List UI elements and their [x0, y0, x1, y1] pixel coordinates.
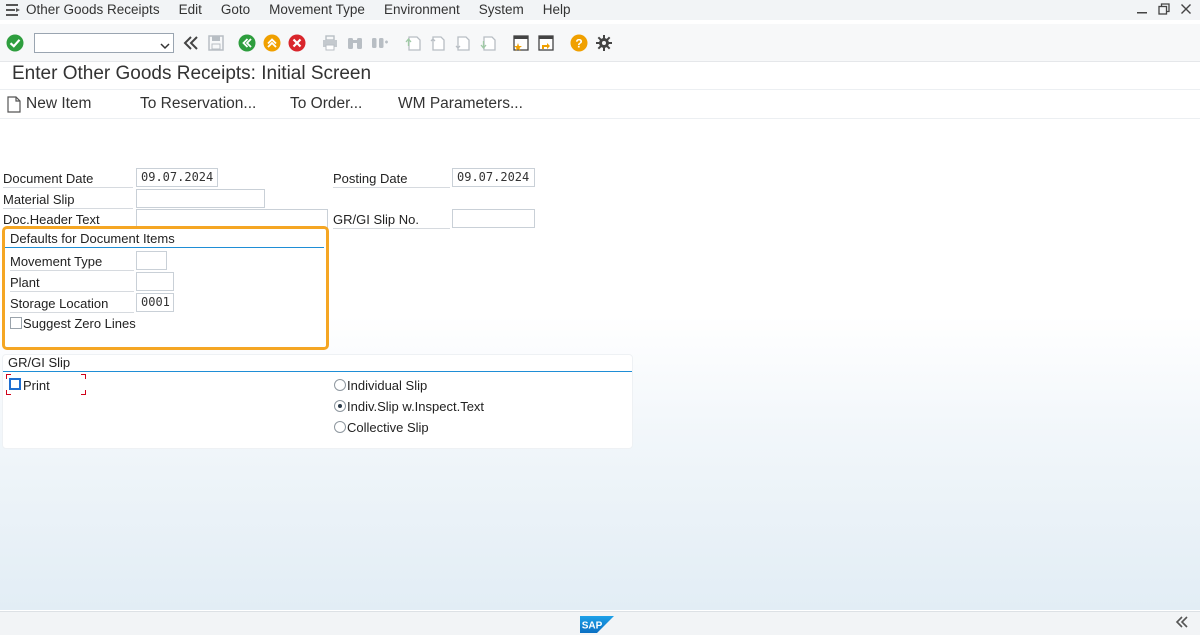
sap-logo-text: SAP — [582, 621, 603, 632]
menu-system[interactable]: System — [479, 0, 524, 20]
individual-slip-label: Individual Slip — [347, 378, 428, 393]
to-reservation-label: To Reservation... — [140, 95, 257, 112]
gear-icon[interactable] — [593, 32, 615, 54]
cancel-icon[interactable] — [286, 32, 308, 54]
plant-field[interactable] — [136, 272, 174, 291]
command-field[interactable] — [34, 32, 174, 53]
back-icon[interactable] — [236, 32, 258, 54]
indiv-slip-inspect-text-label: Indiv.Slip w.Inspect.Text — [347, 399, 485, 414]
storage-location-label: Storage Location — [10, 295, 134, 313]
material-slip-field[interactable] — [136, 189, 265, 208]
find-next-icon[interactable] — [369, 32, 391, 54]
double-chevron-left-icon[interactable] — [180, 32, 202, 54]
grgi-slip-group-title: GR/GI Slip — [8, 355, 71, 370]
doc-header-text-field[interactable] — [136, 209, 328, 228]
menu-icon[interactable] — [4, 0, 22, 20]
focus-corner-bl — [6, 390, 11, 395]
menu-goto[interactable]: Goto — [221, 0, 250, 20]
enter-check-icon[interactable] — [4, 32, 26, 54]
previous-page-icon[interactable] — [427, 32, 449, 54]
close-icon[interactable] — [1180, 2, 1192, 18]
sap-logo: SAP — [580, 616, 614, 633]
grgi-slip-group — [2, 354, 633, 449]
menu-environment[interactable]: Environment — [384, 0, 460, 20]
help-icon[interactable]: ? — [568, 32, 590, 54]
print-label: Print — [23, 378, 50, 393]
chevron-down-icon[interactable] — [160, 38, 170, 53]
movement-type-field[interactable] — [136, 251, 167, 270]
create-session-icon[interactable] — [510, 32, 532, 54]
new-item-button[interactable]: New Item — [7, 95, 91, 113]
defaults-group-divider — [5, 247, 324, 248]
to-reservation-button[interactable]: To Reservation... — [140, 95, 256, 113]
double-chevron-left-icon[interactable] — [1174, 615, 1190, 634]
to-order-button[interactable]: To Order... — [290, 95, 362, 113]
window-controls — [1136, 0, 1192, 20]
menu-help[interactable]: Help — [543, 0, 571, 20]
menu-movement-type[interactable]: Movement Type — [269, 0, 365, 20]
menu-edit[interactable]: Edit — [179, 0, 202, 20]
find-icon[interactable] — [344, 32, 366, 54]
grgi-slip-no-field[interactable] — [452, 209, 535, 228]
plant-label: Plant — [10, 274, 134, 292]
shortcut-icon[interactable] — [535, 32, 557, 54]
suggest-zero-lines-label: Suggest Zero Lines — [23, 316, 136, 331]
new-document-icon — [7, 95, 21, 113]
material-slip-label: Material Slip — [3, 191, 133, 209]
page-title: Enter Other Goods Receipts: Initial Scre… — [12, 63, 372, 84]
svg-text:?: ? — [575, 36, 582, 50]
application-toolbar: New Item To Reservation... To Order... W… — [0, 89, 1200, 119]
doc-header-text-label: Doc.Header Text — [3, 211, 133, 229]
menu-bar: Other Goods Receipts Edit Goto Movement … — [0, 0, 1200, 20]
posting-date-label: Posting Date — [333, 170, 450, 188]
focus-corner-tr — [81, 374, 86, 379]
minimize-icon[interactable] — [1136, 2, 1148, 18]
print-checkbox[interactable] — [9, 378, 21, 390]
individual-slip-radio[interactable] — [334, 379, 346, 391]
last-page-icon[interactable] — [477, 32, 499, 54]
first-page-icon[interactable] — [402, 32, 424, 54]
grgi-slip-group-divider — [3, 371, 632, 372]
to-order-label: To Order... — [290, 95, 363, 112]
menu-other-goods-receipts[interactable]: Other Goods Receipts — [26, 0, 160, 20]
posting-date-field[interactable]: 09.07.2024 — [452, 168, 535, 187]
collective-slip-radio[interactable] — [334, 421, 346, 433]
indiv-slip-inspect-text-radio[interactable] — [334, 400, 346, 412]
defaults-group-title: Defaults for Document Items — [10, 231, 175, 246]
storage-location-field[interactable]: 0001 — [136, 293, 174, 312]
focus-corner-br — [81, 390, 86, 395]
document-date-label: Document Date — [3, 170, 133, 188]
restore-icon[interactable] — [1158, 2, 1170, 18]
movement-type-label: Movement Type — [10, 253, 134, 271]
exit-icon[interactable] — [261, 32, 283, 54]
wm-parameters-label: WM Parameters... — [398, 95, 523, 112]
grgi-slip-no-label: GR/GI Slip No. — [333, 211, 450, 229]
new-item-label: New Item — [26, 95, 92, 112]
next-page-icon[interactable] — [452, 32, 474, 54]
suggest-zero-lines-checkbox[interactable] — [10, 317, 22, 329]
save-icon[interactable] — [205, 32, 227, 54]
print-icon[interactable] — [319, 32, 341, 54]
document-date-field[interactable]: 09.07.2024 — [136, 168, 218, 187]
collective-slip-label: Collective Slip — [347, 420, 429, 435]
system-toolbar: ? — [0, 24, 1200, 62]
status-bar: SAP — [0, 611, 1200, 635]
wm-parameters-button[interactable]: WM Parameters... — [398, 95, 523, 113]
